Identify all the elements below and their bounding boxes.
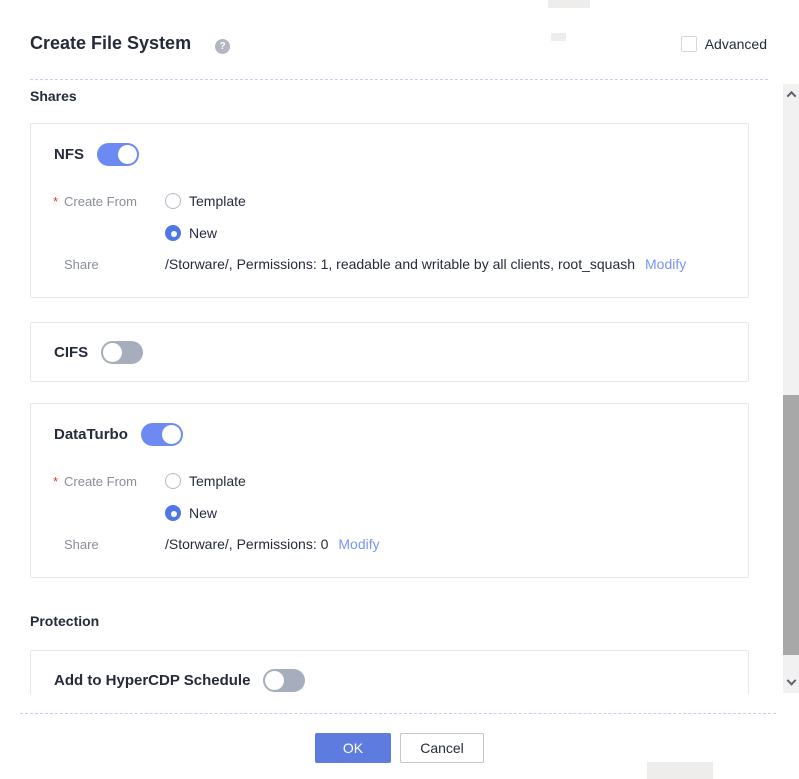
toggle-knob <box>103 343 122 362</box>
hypercdp-card: Add to HyperCDP Schedule <box>30 650 749 695</box>
page-title: Create File System <box>30 33 191 54</box>
artifact-block <box>548 0 590 8</box>
dataturbo-radio-template[interactable]: Template <box>165 473 246 489</box>
dataturbo-card: DataTurbo * Create From Template New * S… <box>30 403 749 578</box>
toggle-knob <box>162 425 181 444</box>
radio-label[interactable]: New <box>189 505 217 521</box>
hypercdp-label: Add to HyperCDP Schedule <box>54 672 250 689</box>
dataturbo-modify-link[interactable]: Modify <box>338 536 379 552</box>
artifact-block <box>551 33 566 41</box>
nfs-radio-template[interactable]: Template <box>165 193 246 209</box>
divider <box>20 713 776 714</box>
nfs-toggle[interactable] <box>97 143 139 166</box>
create-from-label: Create From <box>64 194 137 209</box>
ok-button[interactable]: OK <box>315 733 391 763</box>
help-icon[interactable]: ? <box>215 39 230 54</box>
radio-icon[interactable] <box>165 193 181 209</box>
radio-label[interactable]: New <box>189 225 217 241</box>
scrollbar[interactable] <box>783 84 799 693</box>
nfs-radio-new[interactable]: New <box>165 225 217 241</box>
share-label: Share <box>64 257 99 272</box>
share-label: Share <box>64 537 99 552</box>
advanced-option: Advanced <box>681 36 767 52</box>
chevron-up-icon <box>786 90 796 100</box>
nfs-share-value: /Storware/, Permissions: 1, readable and… <box>165 256 635 272</box>
nfs-modify-link[interactable]: Modify <box>645 256 686 272</box>
scroll-up-arrow[interactable] <box>783 86 799 102</box>
radio-label[interactable]: Template <box>189 473 246 489</box>
nfs-card: NFS * Create From Template New * Share /… <box>30 123 749 298</box>
protection-heading: Protection <box>30 613 99 629</box>
radio-label[interactable]: Template <box>189 193 246 209</box>
shares-heading: Shares <box>30 88 77 104</box>
nfs-label: NFS <box>54 146 84 163</box>
required-marker: * <box>53 194 60 209</box>
radio-icon-selected[interactable] <box>165 505 181 521</box>
hypercdp-toggle[interactable] <box>263 669 305 692</box>
radio-icon[interactable] <box>165 473 181 489</box>
chevron-down-icon <box>786 675 796 685</box>
dataturbo-radio-new[interactable]: New <box>165 505 217 521</box>
toggle-knob <box>265 671 284 690</box>
advanced-label[interactable]: Advanced <box>705 36 767 52</box>
cifs-card: CIFS <box>30 322 749 382</box>
scroll-down-arrow[interactable] <box>783 675 799 691</box>
required-marker: * <box>53 474 60 489</box>
divider <box>30 79 768 80</box>
dataturbo-toggle[interactable] <box>141 423 183 446</box>
radio-icon-selected[interactable] <box>165 225 181 241</box>
cifs-label: CIFS <box>54 344 88 361</box>
advanced-checkbox[interactable] <box>681 36 697 52</box>
toggle-knob <box>118 145 137 164</box>
artifact-block <box>647 762 713 779</box>
scrollbar-thumb[interactable] <box>783 395 799 655</box>
cancel-button[interactable]: Cancel <box>400 733 484 763</box>
dataturbo-share-value: /Storware/, Permissions: 0 <box>165 536 328 552</box>
create-from-label: Create From <box>64 474 137 489</box>
dataturbo-label: DataTurbo <box>54 426 128 443</box>
cifs-toggle[interactable] <box>101 341 143 364</box>
